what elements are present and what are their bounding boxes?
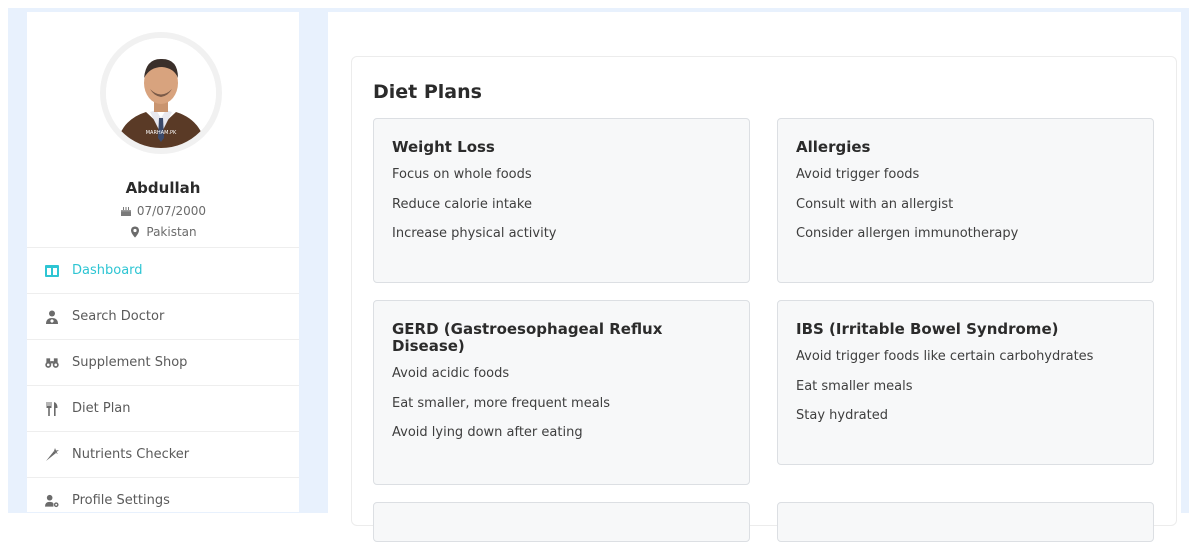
card-item: Consider allergen immunotherapy xyxy=(796,226,1019,241)
card-item: Increase physical activity xyxy=(392,226,557,241)
card-item: Focus on whole foods xyxy=(392,167,532,182)
card-item: Eat smaller meals xyxy=(796,378,913,394)
card-title: Allergies xyxy=(796,138,871,156)
utensils-icon xyxy=(45,401,59,416)
card-item: Reduce calorie intake xyxy=(392,196,532,212)
profile-name: Abdullah xyxy=(125,179,201,197)
sidebar-item-label: Search Doctor xyxy=(72,309,165,324)
birthday-cake-icon xyxy=(120,205,132,217)
profile-dob: 07/07/2000 xyxy=(27,204,299,218)
profile-dob-text: 07/07/2000 xyxy=(136,204,207,218)
binoculars-icon xyxy=(45,356,59,370)
sidebar-item-label: Nutrients Checker xyxy=(72,447,190,462)
diet-card-weight-loss[interactable]: Weight Loss Focus on whole foods Reduce … xyxy=(373,118,750,283)
diet-card-allergies[interactable]: Allergies Avoid trigger foods Consult wi… xyxy=(777,118,1154,283)
sidebar-item-nutrients-checker[interactable]: Nutrients Checker xyxy=(27,431,299,477)
card-item: Avoid lying down after eating xyxy=(392,425,583,440)
card-item: Stay hydrated xyxy=(796,408,888,423)
card-item: Consult with an allergist xyxy=(796,196,954,212)
sidebar-item-label: Diet Plan xyxy=(72,401,131,416)
avatar-watermark: MARHAM.PK xyxy=(146,130,177,136)
sidebar: MARHAM.PK Abdullah 07/07/2000 Pakistan D… xyxy=(27,12,299,512)
card-item: Avoid trigger foods like certain carbohy… xyxy=(796,349,1094,364)
doctor-icon xyxy=(45,310,59,324)
diet-card-gerd[interactable]: GERD (Gastroesophageal Reflux Disease) A… xyxy=(373,300,750,485)
sidebar-item-label: Supplement Shop xyxy=(72,355,188,370)
sidebar-item-profile-settings[interactable]: Profile Settings xyxy=(27,477,299,523)
diet-card-ibs[interactable]: IBS (Irritable Bowel Syndrome) Avoid tri… xyxy=(777,300,1154,465)
dashboard-icon xyxy=(45,264,59,278)
card-item: Avoid acidic foods xyxy=(392,366,510,381)
main-content: Diet Plans Weight Loss Focus on whole fo… xyxy=(328,12,1181,542)
carrot-icon xyxy=(45,447,59,462)
avatar[interactable]: MARHAM.PK xyxy=(106,38,216,148)
sidebar-nav: Dashboard Search Doctor Supplement Shop … xyxy=(27,247,299,523)
diet-card-partial[interactable] xyxy=(373,502,750,542)
sidebar-item-diet-plan[interactable]: Diet Plan xyxy=(27,385,299,431)
diet-plans-panel: Diet Plans Weight Loss Focus on whole fo… xyxy=(351,56,1177,542)
sidebar-item-search-doctor[interactable]: Search Doctor xyxy=(27,293,299,339)
card-title: GERD (Gastroesophageal Reflux Disease) xyxy=(392,320,663,355)
card-title: IBS (Irritable Bowel Syndrome) xyxy=(796,320,1059,338)
sidebar-item-supplement-shop[interactable]: Supplement Shop xyxy=(27,339,299,385)
diet-card-partial[interactable] xyxy=(777,502,1154,542)
page-title: Diet Plans xyxy=(373,81,482,103)
avatar-ring: MARHAM.PK xyxy=(100,32,222,154)
avatar-image: MARHAM.PK xyxy=(106,38,216,148)
sidebar-item-label: Profile Settings xyxy=(72,493,170,508)
profile-country-text: Pakistan xyxy=(146,225,197,239)
card-title: Weight Loss xyxy=(392,138,495,156)
profile-country: Pakistan xyxy=(27,225,299,239)
card-item: Eat smaller, more frequent meals xyxy=(392,395,611,411)
map-pin-icon xyxy=(129,226,141,238)
sidebar-item-dashboard[interactable]: Dashboard xyxy=(27,247,299,293)
sidebar-item-label: Dashboard xyxy=(72,263,143,278)
user-gear-icon xyxy=(45,494,59,508)
card-item: Avoid trigger foods xyxy=(796,167,920,182)
